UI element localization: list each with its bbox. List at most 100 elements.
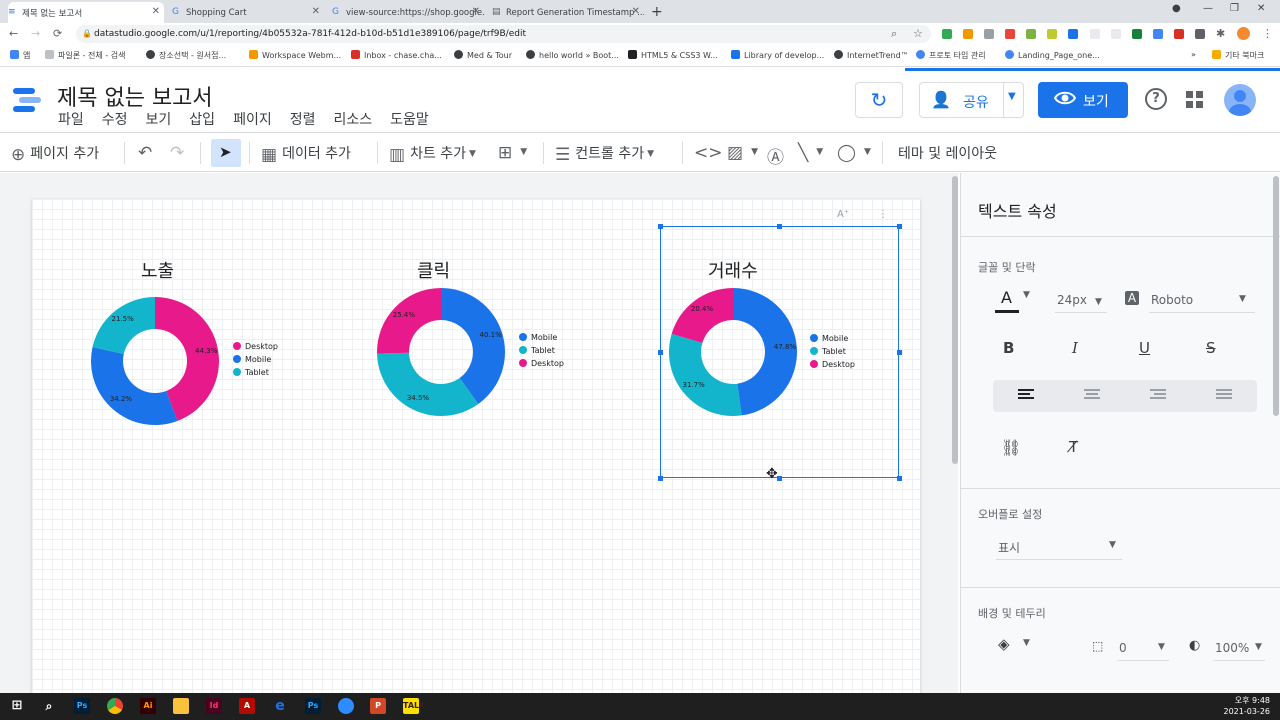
- resize-handle[interactable]: [777, 224, 782, 229]
- line-button[interactable]: ╲ ▼: [798, 143, 823, 163]
- bookmark-item[interactable]: 프로토 타입 관리: [916, 50, 986, 61]
- legend-item-tablet[interactable]: Tablet: [519, 346, 555, 355]
- image-button[interactable]: ▨ ▼: [727, 143, 758, 163]
- chart-title-clicks[interactable]: 클릭: [417, 257, 450, 283]
- resize-handle[interactable]: [658, 476, 663, 481]
- font-family-select[interactable]: Roboto: [1151, 293, 1193, 307]
- extension-icon[interactable]: [1090, 29, 1100, 39]
- search-icon[interactable]: ⌕: [41, 698, 57, 714]
- donut-slice-mobile[interactable]: [91, 347, 178, 425]
- legend-item-desktop[interactable]: Desktop: [519, 359, 564, 368]
- font-color-button[interactable]: A: [1001, 288, 1012, 307]
- illustrator-icon[interactable]: Ai: [140, 698, 156, 714]
- system-clock[interactable]: 오후 9:48 2021-03-26: [1224, 695, 1271, 717]
- resize-handle[interactable]: [897, 476, 902, 481]
- edge-icon[interactable]: e: [272, 698, 288, 714]
- bookmark-item[interactable]: hello world » Boot...: [526, 50, 619, 60]
- add-data-button[interactable]: ▦ 데이터 추가: [261, 143, 351, 165]
- extension-icon[interactable]: [1132, 29, 1142, 39]
- community-viz-button[interactable]: ⊞ ▼: [498, 143, 527, 163]
- browser-tab-report[interactable]: ≡ 제목 없는 보고서 ✕: [8, 2, 164, 23]
- bookmark-star-icon[interactable]: ☆: [913, 27, 923, 40]
- tab-search-icon[interactable]: ●: [1172, 3, 1181, 14]
- browser-menu-icon[interactable]: ⋮: [1262, 27, 1273, 40]
- avatar[interactable]: [1224, 84, 1256, 116]
- minimize-icon[interactable]: —: [1203, 3, 1213, 14]
- menu-resource[interactable]: 리소스: [333, 109, 372, 129]
- font-color-dropdown-icon[interactable]: ▼: [1023, 290, 1030, 300]
- bookmark-item[interactable]: Inbox - chase.cha...: [351, 50, 442, 60]
- donut-slice-desktop[interactable]: [377, 288, 441, 354]
- share-button[interactable]: 👤 공유 ▼: [919, 82, 1024, 118]
- menu-view[interactable]: 보기: [146, 109, 172, 129]
- browser-tab-view-source[interactable]: G view-source:https://shop.google... ✕: [332, 2, 484, 23]
- extension-icon[interactable]: [1068, 29, 1078, 39]
- add-chart-button[interactable]: ▥ 차트 추가 ▼: [389, 143, 476, 165]
- align-left-icon[interactable]: [1018, 389, 1034, 402]
- text-button[interactable]: Ⓐ: [767, 143, 789, 168]
- font-size-select[interactable]: 24px ▼: [1057, 293, 1102, 307]
- back-icon[interactable]: ←: [9, 27, 18, 40]
- indesign-icon[interactable]: Id: [206, 698, 222, 714]
- help-icon[interactable]: ?: [1145, 88, 1167, 110]
- extension-icon[interactable]: [1005, 29, 1015, 39]
- close-icon[interactable]: ✕: [472, 6, 480, 17]
- bookmark-item[interactable]: Workspace Webm...: [249, 50, 341, 60]
- bookmark-item[interactable]: 장소선택 - 원서접...: [146, 50, 226, 61]
- view-button[interactable]: 보기: [1038, 82, 1128, 118]
- canvas-scrollbar[interactable]: [952, 176, 958, 464]
- shape-button[interactable]: ◯ ▼: [837, 143, 871, 163]
- legend-item-desktop[interactable]: Desktop: [233, 342, 278, 351]
- reload-icon[interactable]: ⟳: [53, 27, 62, 40]
- bookmark-item[interactable]: Med & Tour: [454, 50, 512, 60]
- chevron-down-icon[interactable]: ▼: [1109, 540, 1116, 550]
- clear-format-icon[interactable]: T̸: [1069, 438, 1078, 456]
- chevron-down-icon[interactable]: ▼: [1239, 294, 1246, 304]
- redo-button[interactable]: ↷: [170, 143, 189, 163]
- extension-icon[interactable]: [1026, 29, 1036, 39]
- bold-icon[interactable]: B: [1003, 339, 1014, 357]
- link-icon[interactable]: ⛓: [1001, 438, 1021, 457]
- close-icon[interactable]: ✕: [632, 6, 640, 17]
- refresh-data-button[interactable]: ↻: [855, 82, 903, 118]
- bookmark-item[interactable]: 파일론 - 전체 - 검색: [45, 50, 125, 61]
- undo-button[interactable]: ↶: [138, 143, 157, 163]
- photoshop-icon[interactable]: Ps: [74, 698, 90, 714]
- add-page-button[interactable]: ⊕ 페이지 추가: [11, 143, 99, 165]
- extension-icon[interactable]: [1111, 29, 1121, 39]
- donut-chart-clicks[interactable]: [376, 287, 506, 417]
- legend-item-mobile[interactable]: Mobile: [810, 334, 848, 343]
- align-center-icon[interactable]: [1084, 389, 1100, 402]
- chevron-down-icon[interactable]: ▼: [1158, 642, 1165, 652]
- menu-arrange[interactable]: 정렬: [290, 109, 316, 129]
- legend-item-tablet[interactable]: Tablet: [810, 347, 846, 356]
- chart-title-impressions[interactable]: 노출: [141, 257, 174, 283]
- extension-icon[interactable]: [942, 29, 952, 39]
- zoom-icon[interactable]: [338, 698, 354, 714]
- new-tab-icon[interactable]: +: [651, 4, 663, 20]
- legend-item-desktop[interactable]: Desktop: [810, 360, 855, 369]
- data-studio-logo-icon[interactable]: [13, 87, 43, 113]
- opacity-select[interactable]: 100%: [1215, 641, 1249, 655]
- menu-help[interactable]: 도움말: [390, 109, 429, 129]
- fill-color-icon[interactable]: ◈: [998, 635, 1010, 653]
- resize-handle[interactable]: [658, 350, 663, 355]
- align-justify-icon[interactable]: [1216, 389, 1232, 402]
- url-field[interactable]: 🔒 datastudio.google.com/u/1/reporting/4b…: [76, 25, 931, 43]
- chrome-icon[interactable]: [107, 698, 123, 714]
- legend-item-mobile[interactable]: Mobile: [519, 333, 557, 342]
- legend-item-mobile[interactable]: Mobile: [233, 355, 271, 364]
- photoshop-icon[interactable]: Ps: [305, 698, 321, 714]
- border-width-select[interactable]: 0: [1119, 641, 1127, 655]
- extension-icon[interactable]: [984, 29, 994, 39]
- menu-file[interactable]: 파일: [58, 109, 84, 129]
- resize-handle[interactable]: [658, 224, 663, 229]
- profile-icon[interactable]: [1237, 27, 1250, 40]
- bookmark-other[interactable]: 기타 북마크: [1212, 50, 1264, 61]
- donut-chart-impressions[interactable]: [90, 296, 220, 426]
- bookmark-item[interactable]: InternetTrend™: [834, 50, 909, 60]
- underline-icon[interactable]: U: [1139, 339, 1150, 357]
- resize-handle[interactable]: [897, 350, 902, 355]
- add-control-button[interactable]: ☰ 컨트롤 추가 ▼: [555, 143, 654, 165]
- chevron-down-icon[interactable]: ▼: [1255, 642, 1262, 652]
